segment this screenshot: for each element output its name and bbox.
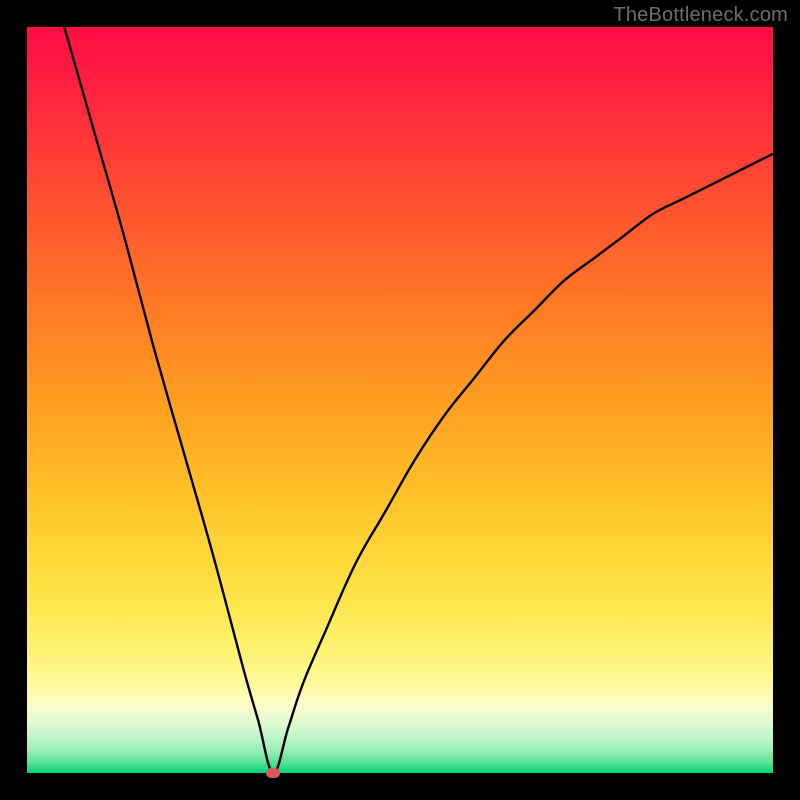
chart-frame: TheBottleneck.com xyxy=(0,0,800,800)
optimum-marker xyxy=(266,768,280,778)
plot-area xyxy=(27,27,773,773)
bottleneck-curve xyxy=(64,27,773,773)
watermark-text: TheBottleneck.com xyxy=(613,4,788,27)
curve-svg xyxy=(27,27,773,773)
